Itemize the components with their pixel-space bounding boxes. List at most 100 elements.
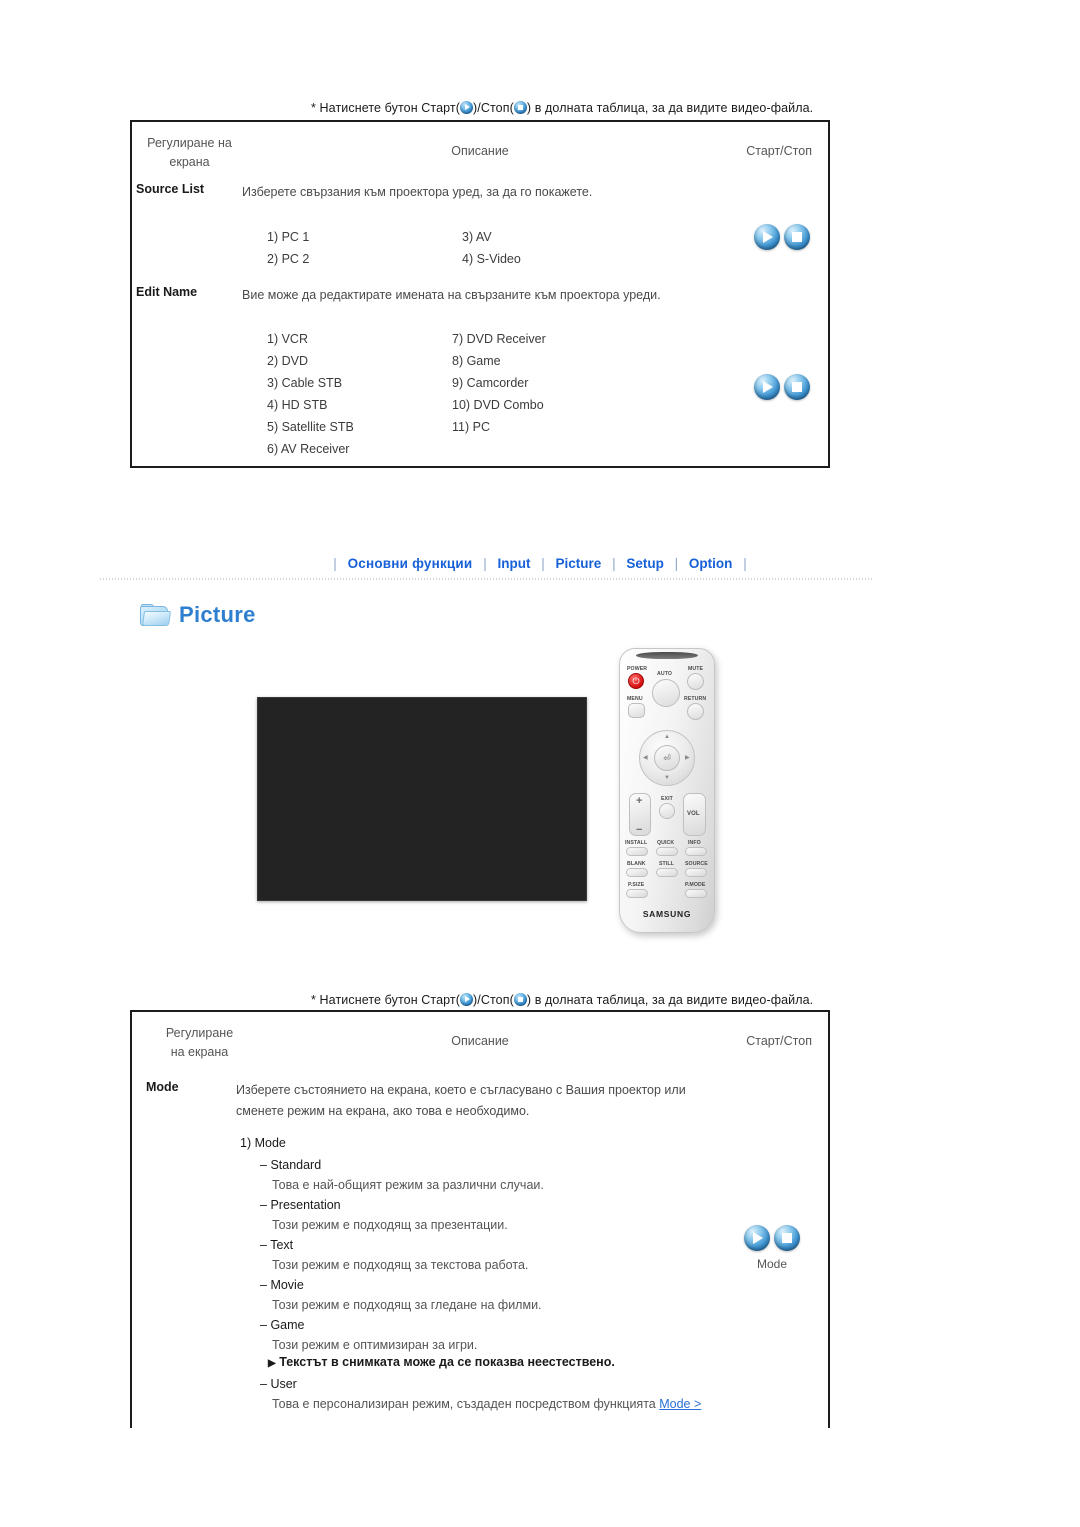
mode-dash: – — [260, 1318, 267, 1332]
top-note-after: ) в долната таблица, за да видите видео-… — [526, 101, 814, 115]
play-orb-icon — [460, 993, 474, 1006]
mode-label: Presentation — [270, 1198, 341, 1212]
still-button[interactable] — [656, 868, 678, 877]
quick-button[interactable] — [656, 847, 678, 856]
dpad-left-icon[interactable]: ◀ — [643, 754, 648, 761]
mode-label: Text — [270, 1238, 294, 1252]
samsung-logo: SAMSUNG — [642, 909, 692, 919]
dpad-up-icon[interactable]: ▲ — [664, 734, 670, 740]
nav-separator: | — [333, 556, 337, 571]
list-item: 2) PC 2 — [267, 252, 310, 266]
start-button[interactable] — [754, 224, 780, 250]
menu-button[interactable] — [628, 703, 645, 718]
start-stop-cell-source-list — [737, 224, 827, 253]
nav-link-picture[interactable]: Picture — [556, 556, 602, 571]
mode-dash: – — [260, 1278, 267, 1292]
mode-name-game: – Game — [260, 1318, 304, 1332]
remote-label-blank: BLANK — [627, 861, 646, 867]
mode-dash: – — [260, 1198, 267, 1212]
mode-note-label: Текстът в снимката може да се показва не… — [279, 1355, 615, 1369]
install-button[interactable] — [626, 847, 648, 856]
list-item: 2) DVD — [267, 354, 308, 368]
mute-button[interactable] — [687, 673, 704, 690]
row-description-mode-line2: сменете режим на екрана, ако това е необ… — [236, 1104, 530, 1118]
page-title: Picture — [179, 602, 256, 627]
mode-name-user: – User — [260, 1377, 297, 1391]
remote-label-psize: P.SIZE — [628, 882, 645, 888]
bottom-note-after: ) в долната таблица, за да видите видео-… — [526, 993, 814, 1007]
top-note-before: * Натиснете бутон Старт( — [311, 101, 461, 115]
mode-note-game: ▶ Текстът в снимката може да се показва … — [268, 1355, 615, 1369]
pmode-button[interactable] — [685, 889, 707, 898]
mode-desc-movie: Този режим е подходящ за гледане на филм… — [272, 1298, 542, 1312]
exit-button[interactable] — [659, 803, 675, 819]
keystone-plus-icon: + — [636, 795, 643, 807]
stop-orb-icon — [513, 993, 527, 1006]
table-top-header-col3: Старт/Стоп — [746, 144, 812, 158]
stop-button[interactable] — [784, 224, 810, 250]
list-item: 1) PC 1 — [267, 230, 310, 244]
nav-link-setup[interactable]: Setup — [626, 556, 664, 571]
mode-label: Movie — [270, 1278, 304, 1292]
remote-label-info: INFO — [688, 840, 701, 846]
remote-label-mute: MUTE — [688, 666, 704, 672]
nav-link-basic-functions[interactable]: Основни функции — [348, 556, 473, 571]
projection-screen-image — [257, 697, 587, 901]
table-bottom-header-col2: Описание — [451, 1034, 509, 1048]
table-top-header: Регулиране на екрана Описание Старт/Стоп — [132, 122, 828, 174]
navbar-divider — [100, 578, 872, 580]
stop-button[interactable] — [784, 374, 810, 400]
start-stop-cell-edit-name — [737, 374, 827, 403]
return-button[interactable] — [687, 703, 704, 720]
section-header: Picture — [140, 602, 256, 628]
mode-link[interactable]: Mode > — [659, 1397, 701, 1411]
blank-button[interactable] — [626, 868, 648, 877]
mode-dash: – — [260, 1158, 267, 1172]
nav-link-option[interactable]: Option — [689, 556, 733, 571]
mode-name-presentation: – Presentation — [260, 1198, 341, 1212]
remote-label-vol: VOL — [687, 811, 700, 817]
remote-label-power: POWER — [627, 666, 648, 672]
stop-button[interactable] — [774, 1225, 800, 1251]
remote-label-still: STILL — [659, 861, 674, 867]
nav-separator: | — [674, 556, 679, 571]
mode-name-movie: – Movie — [260, 1278, 304, 1292]
dpad-right-icon[interactable]: ▶ — [685, 754, 690, 761]
remote-ir-window — [636, 652, 698, 659]
mode-desc-user: Това е персонализиран режим, създаден по… — [272, 1397, 701, 1411]
mode-label: Game — [270, 1318, 305, 1332]
nav-separator: | — [612, 556, 616, 571]
list-item: 11) PC — [452, 420, 490, 434]
remote-label-return: RETURN — [684, 696, 707, 702]
auto-button[interactable] — [652, 679, 680, 707]
mode-dash: – — [260, 1377, 267, 1391]
table-bottom-header: Регулиране на екрана Описание Старт/Стоп — [132, 1012, 828, 1064]
nav-link-input[interactable]: Input — [497, 556, 530, 571]
dpad-down-icon[interactable]: ▼ — [664, 775, 670, 781]
nav-separator: | — [541, 556, 545, 571]
remote-label-source: SOURCE — [685, 861, 708, 867]
start-stop-label: Mode — [756, 1257, 788, 1271]
mode-name-standard: – Standard — [260, 1158, 321, 1172]
remote-label-exit: EXIT — [661, 796, 673, 802]
source-button[interactable] — [685, 868, 707, 877]
row-name-mode: Mode — [146, 1080, 179, 1094]
start-button[interactable] — [744, 1225, 770, 1251]
mode-name-text: – Text — [260, 1238, 293, 1252]
start-button[interactable] — [754, 374, 780, 400]
info-button[interactable] — [685, 847, 707, 856]
list-item: 1) VCR — [267, 332, 308, 346]
top-note-middle: )/Стоп( — [473, 101, 514, 115]
enter-button[interactable]: ⏎ — [654, 745, 680, 771]
mode-desc-standard: Това е най-общият режим за различни случ… — [272, 1178, 544, 1192]
screen-adjust-table-top: Регулиране на екрана Описание Старт/Стоп… — [130, 120, 830, 468]
start-stop-cell-mode: Mode — [722, 1225, 822, 1271]
bottom-note-middle: )/Стоп( — [473, 993, 514, 1007]
table-bottom-header-col3: Старт/Стоп — [746, 1034, 812, 1048]
keystone-minus-icon: − — [636, 824, 643, 836]
section-navbar: | Основни функции | Input | Picture | Se… — [0, 556, 1080, 571]
psize-button[interactable] — [626, 889, 648, 898]
list-item: 8) Game — [452, 354, 501, 368]
power-button[interactable]: ⏻ — [628, 673, 644, 689]
mode-desc-presentation: Този режим е подходящ за презентации. — [272, 1218, 508, 1232]
